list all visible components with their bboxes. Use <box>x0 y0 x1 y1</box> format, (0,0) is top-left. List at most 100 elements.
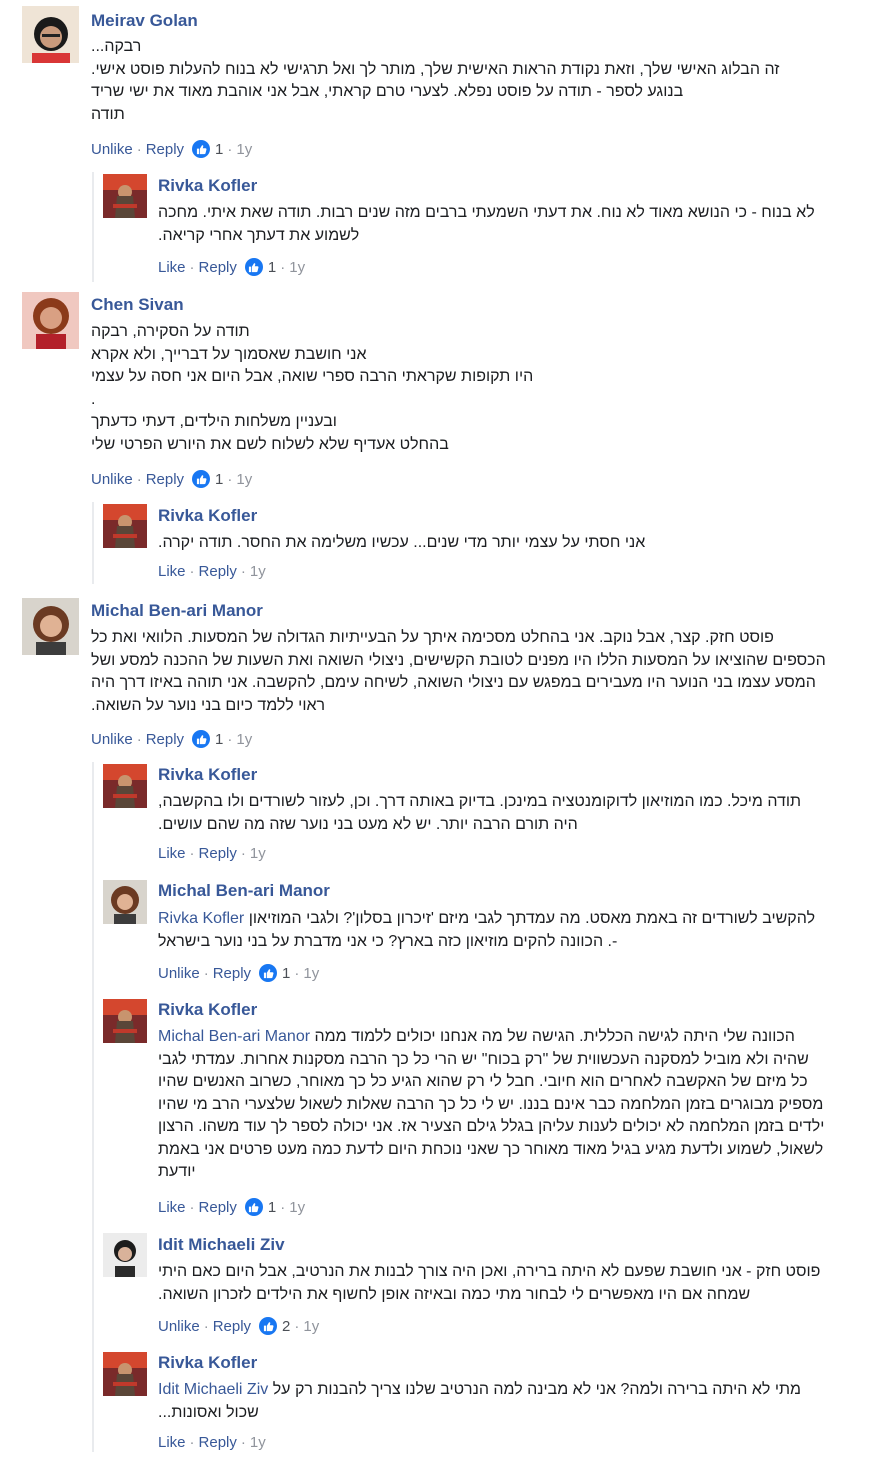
reply-link[interactable]: Reply <box>213 965 251 982</box>
reply-link[interactable]: Reply <box>213 1318 251 1335</box>
reply-link[interactable]: Reply <box>199 563 237 580</box>
avatar[interactable] <box>103 999 147 1043</box>
thread-line <box>92 502 94 584</box>
comment-author[interactable]: Rivka Kofler <box>158 765 257 785</box>
mention-link[interactable]: Michal Ben-ari Manor <box>158 1028 310 1045</box>
comment-line: תודה על הסקירה, רבקה <box>91 323 250 340</box>
reaction-count[interactable]: 1 <box>244 1198 276 1216</box>
comment-timestamp[interactable]: 1y <box>289 1199 305 1216</box>
comment-line: ילדים בזמן המלחמה לא יכולים לענות עליהן … <box>158 1118 825 1135</box>
comment-timestamp[interactable]: 1y <box>289 259 305 276</box>
comment-timestamp[interactable]: 1y <box>303 1318 319 1335</box>
comment-text: תודה על הסקירה, רבקה אני חושבת שאסמוך על… <box>91 321 861 456</box>
comment-text: מתי לא היתה ברירה ולמה? אני לא מבינה למה… <box>158 1379 858 1424</box>
comment-timestamp[interactable]: 1y <box>236 471 252 488</box>
like-link[interactable]: Like <box>158 259 186 276</box>
unlike-link[interactable]: Unlike <box>91 471 133 488</box>
avatar[interactable] <box>103 504 147 548</box>
reaction-count[interactable]: 1 <box>259 964 290 982</box>
comment-author[interactable]: Rivka Kofler <box>158 506 257 526</box>
comment-author[interactable]: Rivka Kofler <box>158 1353 257 1373</box>
avatar[interactable] <box>103 1352 147 1396</box>
comment-timestamp[interactable]: 1y <box>236 141 252 158</box>
mention-link[interactable]: Idit Michaeli Ziv <box>158 1381 268 1398</box>
comment-actions: Like · Reply · 1y <box>158 563 266 580</box>
avatar[interactable] <box>103 880 147 924</box>
comment-line: כל מיזם של האקשבה לאחרים הוא חיובי. חבל … <box>158 1073 808 1090</box>
comment-line: מספיק מבוגרים בזמן המלחמה כבר אינם בננו.… <box>158 1095 824 1113</box>
comment-line: שהיה ולא מוביל למסקנה העכשווית של "רק בכ… <box>158 1050 809 1068</box>
comment-line: שכול ואסונות... <box>158 1403 259 1421</box>
unlike-link[interactable]: Unlike <box>158 965 200 982</box>
thumbs-up-icon <box>192 470 211 488</box>
comment-author[interactable]: Idit Michaeli Ziv <box>158 1235 285 1255</box>
comment-actions: Like · Reply · 1y <box>158 845 266 862</box>
comment-author[interactable]: Michal Ben-ari Manor <box>91 601 263 621</box>
thumbs-up-icon <box>259 964 278 982</box>
reply-link[interactable]: Reply <box>199 845 237 862</box>
comment-actions: Unlike · Reply 1 · 1y <box>91 470 253 488</box>
unlike-link[interactable]: Unlike <box>158 1318 200 1335</box>
avatar[interactable] <box>103 1233 147 1277</box>
comment-line: פוסט חזק. קצר, אבל נוקב. אני בהחלט מסכימ… <box>91 629 774 646</box>
reply-link[interactable]: Reply <box>146 471 184 488</box>
avatar[interactable] <box>22 6 79 63</box>
comment-actions: Unlike · Reply 2 · 1y <box>158 1317 320 1335</box>
reply-link[interactable]: Reply <box>199 259 237 276</box>
thread-line <box>92 172 94 282</box>
comment-line: לשמוע את דעתך אחרי קריאה. <box>158 226 360 244</box>
thumbs-up-icon <box>192 730 211 748</box>
comment-timestamp[interactable]: 1y <box>250 563 266 580</box>
reaction-count[interactable]: 2 <box>259 1317 290 1335</box>
avatar[interactable] <box>103 764 147 808</box>
unlike-link[interactable]: Unlike <box>91 731 133 748</box>
comment-text: תודה מיכל. כמו המוזיאון לדוקומנטציה במינ… <box>158 791 858 836</box>
reply-link[interactable]: Reply <box>199 1199 237 1216</box>
comment-text: רבקה... זה הבלוג האישי שלך, וזאת נקודת ה… <box>91 36 861 126</box>
comment-line: המסע עצמו בני הנוער היו מעבירים במפגש עם… <box>91 674 816 691</box>
comment-line: הכספים שהוציאו על המסעות הללו היו מפנים … <box>91 651 826 669</box>
comment-line: רבקה... <box>91 38 142 55</box>
mention-link[interactable]: Rivka Kofler <box>158 910 244 927</box>
reaction-count[interactable]: 1 <box>192 140 223 158</box>
reaction-count[interactable]: 1 <box>244 258 276 276</box>
like-link[interactable]: Like <box>158 845 186 862</box>
thumbs-up-icon <box>192 140 211 158</box>
comment-line: להקשיב לשורדים זה באמת מאסט. מה עמדתך לג… <box>158 910 816 927</box>
comment-text: להקשיב לשורדים זה באמת מאסט. מה עמדתך לג… <box>158 908 858 953</box>
comment-timestamp[interactable]: 1y <box>236 731 252 748</box>
comment-author[interactable]: Meirav Golan <box>91 11 198 31</box>
comment-text: פוסט חזק - אני חושבת שפעם לא היתה ברירה,… <box>158 1261 858 1306</box>
comment-line: שמחה אם היו מאפשרים לי לבחור מתי כמה ובא… <box>158 1285 751 1303</box>
reaction-count[interactable]: 1 <box>192 730 223 748</box>
like-link[interactable]: Like <box>158 1434 186 1451</box>
comment-line: אני חסתי על עצמי יותר מדי שנים... עכשיו … <box>158 534 646 551</box>
comment-text: אני חסתי על עצמי יותר מדי שנים... עכשיו … <box>158 532 858 555</box>
comment-author[interactable]: Rivka Kofler <box>158 176 257 196</box>
avatar[interactable] <box>22 292 79 349</box>
comment-line: לא בנוח - כי הנושא מאוד לא נוח. את דעתי … <box>158 204 815 221</box>
comment-line: היו תקופות שקראתי הרבה ספרי שואה, אבל הי… <box>91 368 534 385</box>
reply-link[interactable]: Reply <box>146 141 184 158</box>
comment-actions: Like · Reply 1 · 1y <box>158 1198 306 1216</box>
comment-author[interactable]: Rivka Kofler <box>158 1000 257 1020</box>
comment-line: אני חושבת שאסמוך על דברייך, ולא אקרא <box>91 345 367 363</box>
comment-author[interactable]: Chen Sivan <box>91 295 184 315</box>
reply-link[interactable]: Reply <box>199 1434 237 1451</box>
like-link[interactable]: Like <box>158 1199 186 1216</box>
comment-line: זה הבלוג האישי שלך, וזאת נקודת הראות האי… <box>91 60 780 78</box>
comment-timestamp[interactable]: 1y <box>250 845 266 862</box>
avatar[interactable] <box>103 174 147 218</box>
comment-timestamp[interactable]: 1y <box>250 1434 266 1451</box>
comment-line: תודה מיכל. כמו המוזיאון לדוקומנטציה במינ… <box>158 793 802 810</box>
reply-link[interactable]: Reply <box>146 731 184 748</box>
reaction-count[interactable]: 1 <box>192 470 223 488</box>
comment-author[interactable]: Michal Ben-ari Manor <box>158 881 330 901</box>
comment-line: לשאול, לשמוע ולדעת מגיע בגיל מאוד מאוחר … <box>158 1140 824 1158</box>
like-link[interactable]: Like <box>158 563 186 580</box>
avatar[interactable] <box>22 598 79 655</box>
comment-line: הכוונה שלי היתה לגישה הכללית. הגישה של מ… <box>158 1028 795 1045</box>
unlike-link[interactable]: Unlike <box>91 141 133 158</box>
comment-timestamp[interactable]: 1y <box>303 965 319 982</box>
comment-actions: Like · Reply · 1y <box>158 1434 266 1451</box>
